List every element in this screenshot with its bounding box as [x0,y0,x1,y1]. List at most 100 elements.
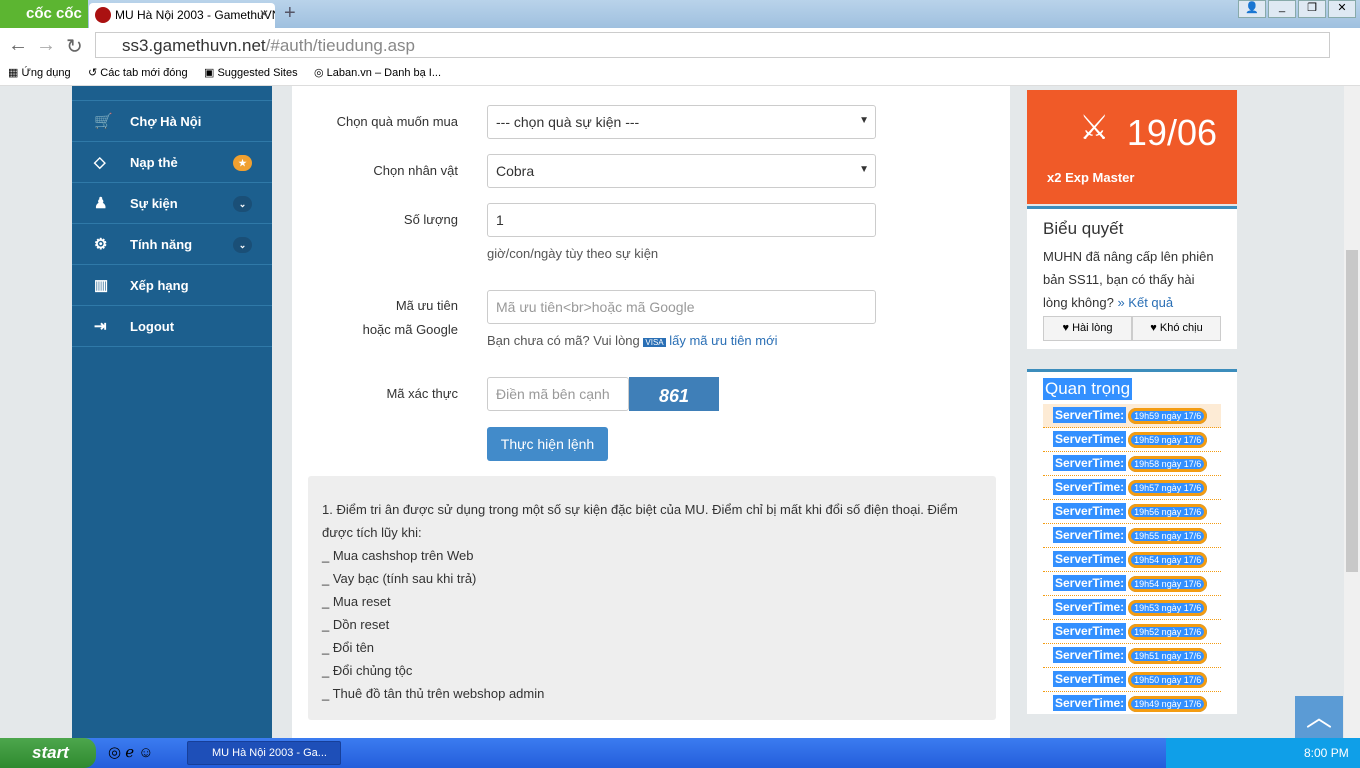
user-icon[interactable]: 👤 [1238,0,1266,18]
new-tab-button[interactable]: + [284,2,296,25]
event-banner[interactable]: ⚔ 19/06 x2 Exp Master [1027,90,1237,204]
caret-down-icon: ▼ [859,164,869,175]
gift-select[interactable]: --- chọn quà sự kiện --- ▼ [487,105,876,139]
coccoc-logo[interactable]: cốc cốc [0,0,88,28]
browser-tab-bar: cốc cốc MU Hà Nội 2003 - GamethuVN ✕ + 👤 _… [0,0,1360,28]
server-time-value: 19h52 ngày 17/6 [1128,624,1208,640]
server-time-key: ServerTime: [1053,695,1127,711]
taskbar: start ◎ ℯ ☺ MU Hà Nội 2003 - Ga... 8:00 … [0,738,1360,768]
quicklaunch-icons[interactable]: ◎ ℯ ☺ [108,743,154,761]
server-time-value: 19h53 ngày 17/6 [1128,600,1208,616]
back-icon[interactable]: ← [8,34,28,57]
server-time-value: 19h49 ngày 17/6 [1128,696,1208,712]
vote-satisfied-button[interactable]: ♥ Hài lòng [1043,316,1132,341]
code-placeholder: Mã ưu tiên<br>hoặc mã Google [496,299,695,315]
url-path: /#auth/tieudung.asp [265,36,416,55]
address-bar-row: ← → ↻ ss3.gamethuvn.net/#auth/tieudung.a… [0,28,1360,62]
poll-result-link[interactable]: » Kết quả [1117,295,1173,310]
priority-code-input[interactable]: Mã ưu tiên<br>hoặc mã Google [487,290,876,324]
server-time-row: ServerTime: 19h53 ngày 17/6 [1043,596,1221,620]
server-time-key: ServerTime: [1053,431,1127,447]
server-time-row: ServerTime: 19h49 ngày 17/6 [1043,692,1221,714]
quantity-value: 1 [496,212,504,228]
captcha-input[interactable]: Điền mã bên cạnh [487,377,629,411]
server-time-value: 19h58 ngày 17/6 [1128,456,1208,472]
sidebar-item-logout[interactable]: ⇥ Logout [72,306,272,347]
server-time-row: ServerTime: 19h55 ngày 17/6 [1043,524,1221,548]
quantity-input[interactable]: 1 [487,203,876,237]
sidebar-item-xep-hang[interactable]: ▥ Xếp hạng [72,265,272,306]
browser-tab[interactable]: MU Hà Nội 2003 - GamethuVN ✕ [89,3,275,28]
server-time-key: ServerTime: [1053,407,1127,423]
submit-button[interactable]: Thực hiện lệnh [487,427,608,461]
bookmark-recent-tabs[interactable]: ↺ Các tab mới đóng [88,66,188,79]
url-host: ss3.gamethuvn.net [122,36,266,55]
forward-icon[interactable]: → [36,34,56,57]
system-tray: 8:00 PM [1166,738,1360,768]
note-line: _ Mua cashshop trên Web [322,548,474,563]
bookmark-suggested[interactable]: ▣ Suggested Sites [204,66,298,79]
captcha-placeholder: Điền mã bên cạnh [496,386,610,402]
poll-title: Biểu quyết [1043,219,1124,238]
event-title: x2 Exp Master [1047,170,1135,185]
taskbar-window-button[interactable]: MU Hà Nội 2003 - Ga... [187,741,341,765]
scrollbar[interactable] [1344,86,1360,738]
server-time-key: ServerTime: [1053,623,1127,639]
server-time-value: 19h51 ngày 17/6 [1128,648,1208,664]
quantity-label: Số lượng [403,212,458,227]
warrior-icon: ⚔ [1079,109,1110,147]
sign-out-icon: ⇥ [94,318,107,335]
server-time-value: 19h57 ngày 17/6 [1128,480,1208,496]
character-select[interactable]: Cobra ▼ [487,154,876,188]
server-time-row: ServerTime: 19h54 ngày 17/6 [1043,572,1221,596]
close-window-button[interactable]: ✕ [1328,0,1356,18]
server-time-key: ServerTime: [1053,479,1127,495]
sidebar-item-su-kien[interactable]: ♟ Sự kiện ⌄ [72,183,272,224]
bookmark-apps[interactable]: ▦ Ứng dụng [8,66,71,79]
sidebar-item-cho-ha-noi[interactable]: 🛒 Chợ Hà Nội [72,101,272,142]
server-time-row: ServerTime: 19h50 ngày 17/6 [1043,668,1221,692]
server-time-value: 19h55 ngày 17/6 [1128,528,1208,544]
scrollbar-thumb[interactable] [1346,250,1358,572]
server-time-row: ServerTime: 19h59 ngày 17/6 [1043,428,1221,452]
gift-label: Chọn quà muốn mua [336,114,458,129]
reload-icon[interactable]: ↻ [66,34,83,59]
scroll-to-top-button[interactable]: ︿ [1295,696,1343,738]
note-line: _ Thuê đồ tân thủ trên webshop admin [322,686,545,701]
server-time-key: ServerTime: [1053,527,1127,543]
sidebar-item-label: Nạp thẻ [130,155,178,170]
quantity-help: giờ/con/ngày tùy theo sự kiện [487,246,659,261]
close-tab-icon[interactable]: ✕ [259,7,269,21]
server-time-row: ServerTime: 19h59 ngày 17/6 [1043,404,1221,428]
main-form: Chọn quà muốn mua --- chọn quà sự kiện -… [292,86,1010,738]
minimize-button[interactable]: _ [1268,0,1296,18]
sidebar-item-tinh-nang[interactable]: ⚙ Tính năng ⌄ [72,224,272,265]
server-time-value: 19h59 ngày 17/6 [1128,408,1208,424]
vote-unsatisfied-button[interactable]: ♥ Khó chịu [1132,316,1221,341]
sidebar: 🛒 Chợ Hà Nội ◇ Nạp thẻ ★ ♟ Sự kiện ⌄ ⚙ Tính nă… [72,86,272,738]
sidebar-item-label: Chợ Hà Nội [130,114,202,129]
sidebar-item-nap-the[interactable]: ◇ Nạp thẻ ★ [72,142,272,183]
bookmarks-bar: ▦ Ứng dụng ↺ Các tab mới đóng ▣ Suggeste… [0,62,1360,86]
server-time-key: ServerTime: [1053,551,1127,567]
chevron-down-icon: ⌄ [233,237,252,253]
caret-down-icon: ▼ [859,115,869,126]
cart-icon: 🛒 [94,113,113,130]
note-line: _ Vay bạc (tính sau khi trả) [322,571,477,586]
get-code-link[interactable]: lấy mã ưu tiên mới [669,333,777,348]
bar-chart-icon: ▥ [94,277,109,294]
restore-button[interactable]: ❐ [1298,0,1326,18]
server-time-key: ServerTime: [1053,599,1127,615]
start-button[interactable]: start [0,738,96,768]
server-time-key: ServerTime: [1053,575,1127,591]
poll-box: Biểu quyết MUHN đã nâng cấp lên phiên bả… [1027,206,1237,349]
sidebar-item-label: Xếp hạng [130,278,189,293]
character-value: Cobra [496,163,535,179]
server-time-value: 19h56 ngày 17/6 [1128,504,1208,520]
diamond-icon: ◇ [94,154,106,171]
note-line: _ Mua reset [322,594,391,609]
url-input[interactable]: ss3.gamethuvn.net/#auth/tieudung.asp [95,32,1330,58]
sidebar-item-label: Sự kiện [130,196,178,211]
important-title: Quan trọng [1043,378,1133,400]
bookmark-laban[interactable]: ◎ Laban.vn – Danh bạ I... [314,66,441,79]
